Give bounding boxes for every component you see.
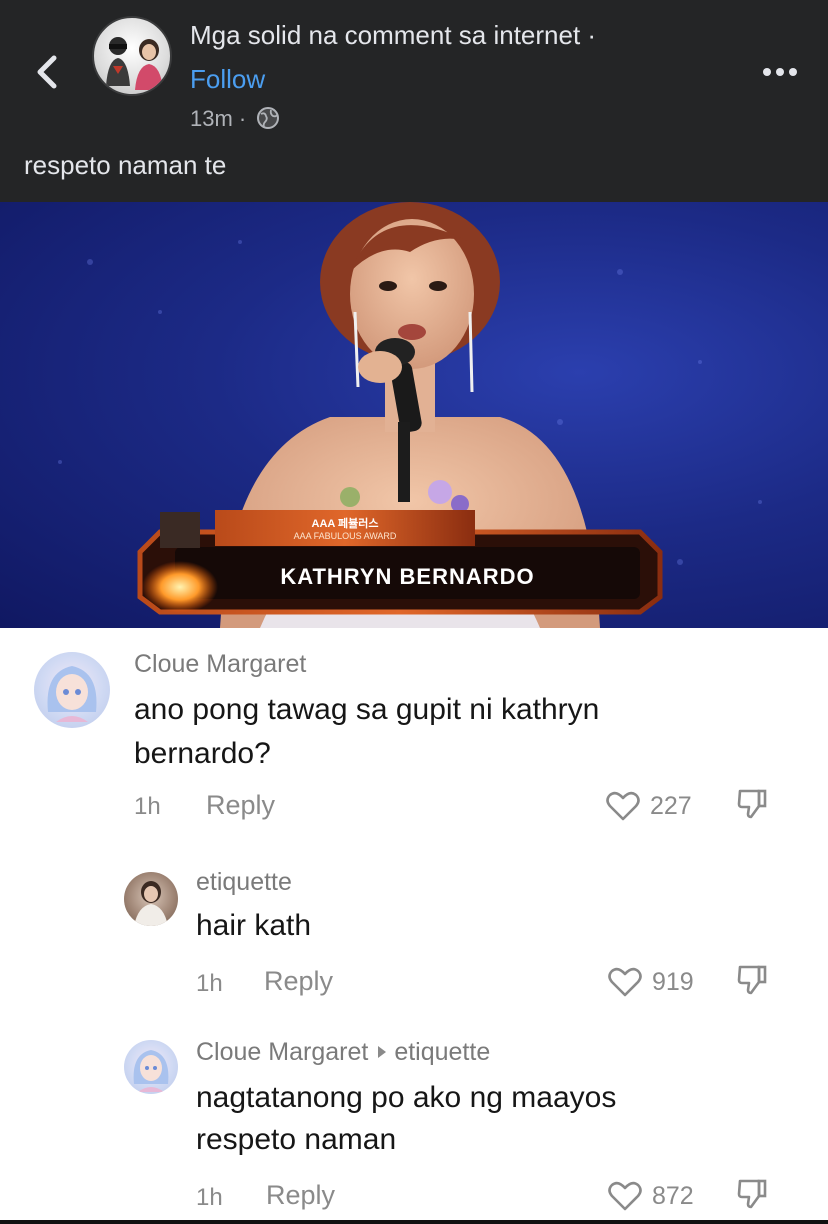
comments-section: Cloue Margaret ano pong tawag sa gupit n… [0, 628, 828, 1224]
avatar-figure-left [106, 37, 130, 86]
post-caption: respeto naman te [24, 150, 227, 180]
comment-time: 1h [196, 970, 223, 997]
award-name-banner: KATHRYN BERNARDO [280, 564, 535, 589]
heart-icon[interactable] [608, 1180, 642, 1212]
reply-arrow-icon [378, 1046, 387, 1059]
comment-time: 1h [196, 1184, 223, 1211]
dislike-icon[interactable] [737, 964, 767, 996]
comment-author[interactable]: etiquette [196, 868, 292, 897]
award-title: AAA 페뷸러스 [311, 518, 379, 530]
like-count: 227 [650, 792, 692, 820]
comment-text-line-2: respeto naman [196, 1123, 397, 1156]
award-subtitle: AAA FABULOUS AWARD [293, 531, 397, 541]
anime-avatar-illustration [47, 666, 97, 722]
page-name[interactable]: Mga solid na comment sa internet · [190, 20, 596, 51]
like-count: 872 [652, 1182, 694, 1210]
like-count: 919 [652, 968, 694, 996]
comment-author[interactable]: Cloue Margaret [196, 1038, 368, 1066]
anime-avatar-illustration [133, 1050, 169, 1092]
back-arrow-icon [37, 55, 57, 89]
post-header: Mga solid na comment sa internet · Follo… [0, 0, 828, 140]
follow-button[interactable]: Follow [190, 64, 265, 95]
bottom-divider [0, 1220, 828, 1224]
comment-text-line-1: ano pong tawag sa gupit ni kathryn [134, 693, 600, 726]
heart-icon[interactable] [608, 966, 642, 998]
post-timestamp: 13m · [190, 106, 247, 131]
globe-icon [257, 107, 279, 129]
reply-button[interactable]: Reply [266, 1180, 335, 1211]
comment-author-line: Cloue Margaret etiquette [196, 1038, 490, 1067]
reply-button[interactable]: Reply [206, 790, 275, 821]
dislike-icon[interactable] [737, 1178, 767, 1210]
comment-text-line-1: nagtatanong po ako ng maayos [196, 1081, 617, 1114]
avatar-cloue-margaret[interactable] [124, 1040, 178, 1094]
page-avatar[interactable] [92, 16, 172, 96]
post-caption-area: respeto naman te [0, 140, 828, 202]
dislike-icon[interactable] [737, 788, 767, 820]
user-photo-illustration [134, 881, 168, 926]
reply-button[interactable]: Reply [264, 966, 333, 997]
comment-author[interactable]: Cloue Margaret [134, 650, 306, 679]
back-button[interactable] [30, 50, 66, 94]
avatar-cloue-margaret[interactable] [34, 652, 110, 728]
reply-to-author[interactable]: etiquette [394, 1038, 490, 1066]
comment-text-line-1: hair kath [196, 909, 312, 942]
comment-time: 1h [134, 793, 161, 820]
heart-icon[interactable] [606, 790, 640, 822]
avatar-etiquette[interactable] [124, 872, 178, 926]
more-options-icon[interactable] [760, 60, 800, 84]
post-photo[interactable]: AAA 페뷸러스 AAA FABULOUS AWARD KATHRYN BERN… [0, 202, 828, 628]
avatar-figure-right [135, 39, 163, 90]
comment-text-line-2: bernardo? [134, 737, 271, 770]
